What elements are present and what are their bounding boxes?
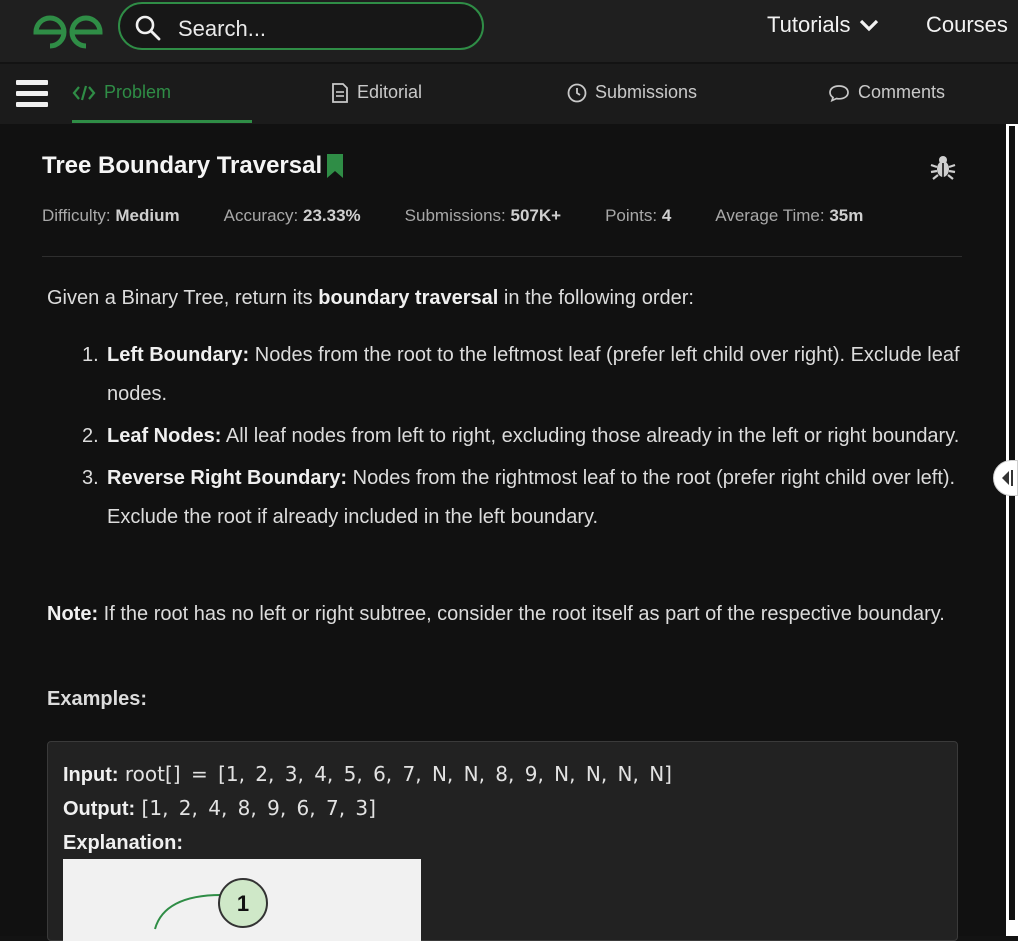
hamburger-menu-icon[interactable]	[16, 80, 48, 108]
problem-meta: Difficulty: Medium Accuracy: 23.33% Subm…	[42, 206, 907, 226]
tab-editorial-label: Editorial	[357, 82, 423, 102]
search-input[interactable]: Search...	[178, 16, 266, 42]
boundary-order-list: 1. Left Boundary: Nodes from the root to …	[82, 336, 962, 540]
tab-comments-label: Comments	[858, 82, 946, 102]
accuracy-stat: Accuracy: 23.33%	[223, 206, 361, 225]
tab-problem-label: Problem	[104, 82, 172, 102]
scrollbar-thumb[interactable]	[1009, 126, 1015, 920]
list-item: 3. Reverse Right Boundary: Nodes from the…	[82, 467, 956, 528]
nav-courses-link[interactable]: Courses	[926, 12, 1008, 38]
examples-heading: Examples:	[47, 688, 148, 710]
difficulty-stat: Difficulty: Medium	[42, 206, 180, 225]
divider	[42, 256, 962, 257]
list-item: 1. Left Boundary: Nodes from the root to …	[82, 344, 960, 405]
tree-node-root: 1	[237, 891, 249, 916]
example-block: Input: root[] = [1, 2, 3, 4, 5, 6, 7, N,…	[47, 741, 958, 941]
clock-icon	[567, 83, 587, 102]
tab-comments[interactable]: Comments	[828, 82, 945, 103]
tab-submissions-label: Submissions	[595, 82, 698, 102]
gfg-logo-icon[interactable]	[30, 10, 106, 50]
active-tab-indicator	[72, 120, 252, 123]
tree-diagram-image: 1	[63, 859, 421, 941]
nav-tutorials-label: Tutorials	[767, 12, 851, 37]
example-input: Input: root[] = [1, 2, 3, 4, 5, 6, 7, N,…	[63, 762, 672, 786]
nav-tutorials-menu[interactable]: Tutorials	[767, 12, 879, 38]
collapse-panel-handle[interactable]	[993, 460, 1018, 496]
page-scrollbar[interactable]	[1006, 124, 1018, 936]
chevron-down-icon	[859, 19, 878, 32]
code-icon	[72, 85, 96, 100]
average-time-stat: Average Time: 35m	[715, 206, 864, 225]
document-icon	[332, 82, 348, 103]
list-item: 2. Leaf Nodes: All leaf nodes from left t…	[82, 425, 960, 447]
chevron-left-icon	[1002, 470, 1013, 486]
problem-title: Tree Boundary Traversal	[42, 152, 323, 179]
tab-submissions[interactable]: Submissions	[567, 82, 697, 103]
bug-report-icon[interactable]	[930, 154, 956, 180]
search-box[interactable]: Search...	[118, 2, 484, 50]
submissions-stat: Submissions: 507K+	[404, 206, 562, 225]
problem-note: Note: If the root has no left or right s…	[47, 603, 945, 625]
problem-title-row: Tree Boundary Traversal	[42, 152, 344, 180]
problem-content: Tree Boundary Traversal Difficulty: Medi…	[0, 124, 1006, 941]
example-output: Output: [1, 2, 4, 8, 9, 6, 7, 3]	[63, 796, 376, 820]
example-explanation-label: Explanation:	[63, 832, 184, 854]
bookmark-icon[interactable]	[326, 153, 344, 179]
problem-intro: Given a Binary Tree, return its boundary…	[47, 287, 694, 309]
points-stat: Points: 4	[605, 206, 672, 225]
search-icon	[135, 15, 161, 41]
tab-problem[interactable]: Problem	[72, 82, 171, 103]
chat-icon	[829, 84, 849, 102]
problem-tab-bar: Problem Editorial Submissions Comments	[0, 64, 1018, 124]
tab-editorial[interactable]: Editorial	[331, 82, 422, 103]
top-navbar: Search... Tutorials Courses	[0, 0, 1018, 62]
